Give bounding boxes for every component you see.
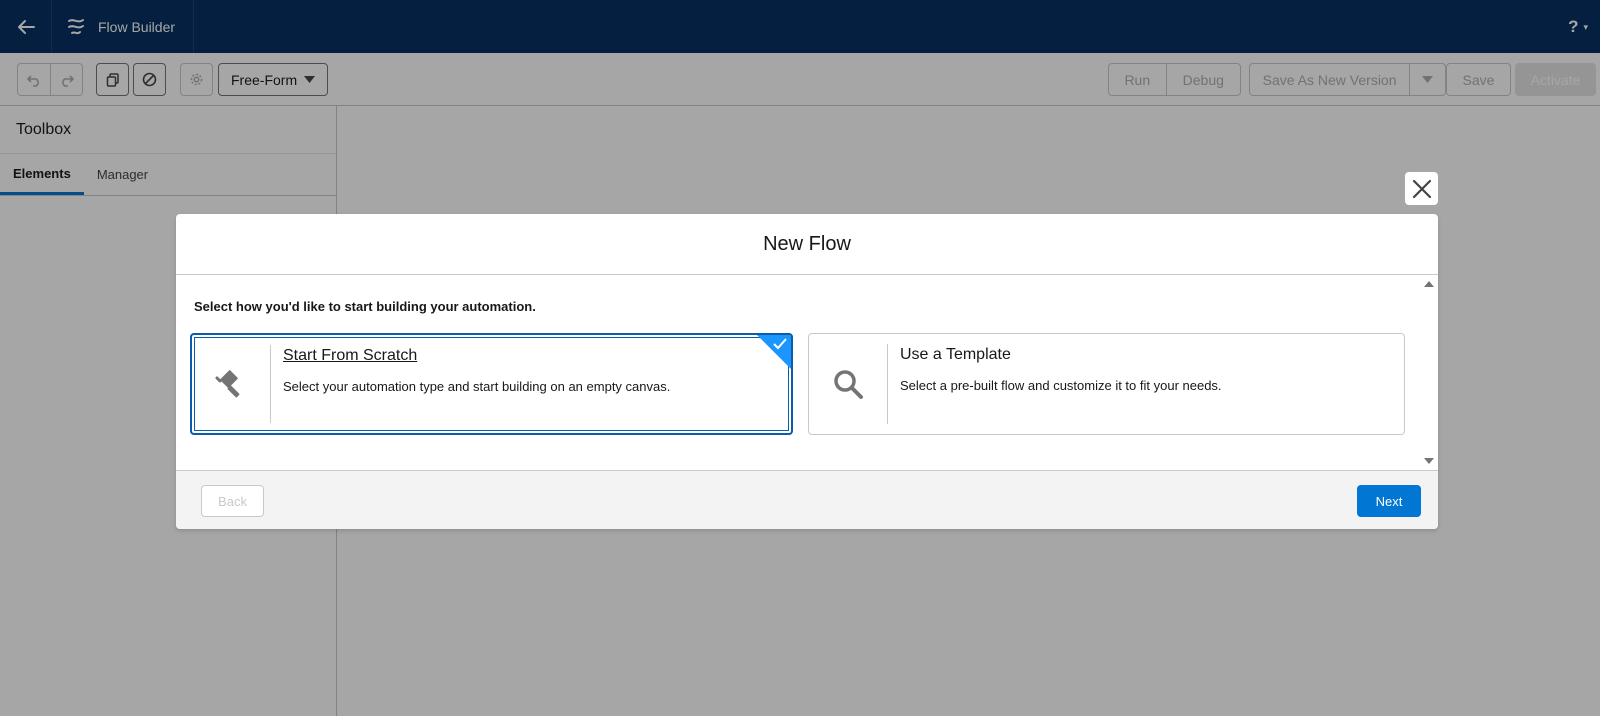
option-icon-wrap (809, 334, 887, 434)
modal-body: Select how you'd like to start building … (176, 275, 1438, 470)
option-title: Use a Template (900, 346, 1011, 363)
option-icon-wrap (192, 335, 270, 433)
back-button[interactable]: Back (201, 485, 264, 517)
close-icon (1412, 179, 1431, 198)
paint-roller-icon (215, 370, 240, 398)
modal-footer: Back Next (176, 470, 1438, 529)
option-use-a-template[interactable]: Use a Template Select a pre-built flow a… (808, 333, 1405, 435)
option-description: Select a pre-built flow and customize it… (900, 378, 1222, 393)
option-text: Start From Scratch Select your automatio… (271, 335, 682, 433)
option-start-from-scratch[interactable]: Start From Scratch Select your automatio… (190, 333, 793, 435)
option-text: Use a Template Select a pre-built flow a… (888, 334, 1234, 434)
option-title: Start From Scratch (283, 347, 418, 364)
modal-title: New Flow (176, 214, 1438, 275)
scroll-down-arrow[interactable] (1424, 458, 1434, 464)
search-icon (834, 370, 863, 399)
modal-close-button[interactable] (1405, 172, 1438, 205)
scroll-up-arrow[interactable] (1424, 281, 1434, 287)
option-description: Select your automation type and start bu… (283, 379, 671, 394)
check-icon (773, 338, 787, 350)
modal-prompt: Select how you'd like to start building … (194, 299, 536, 314)
next-button[interactable]: Next (1357, 485, 1421, 517)
new-flow-modal: New Flow Select how you'd like to start … (176, 214, 1438, 529)
